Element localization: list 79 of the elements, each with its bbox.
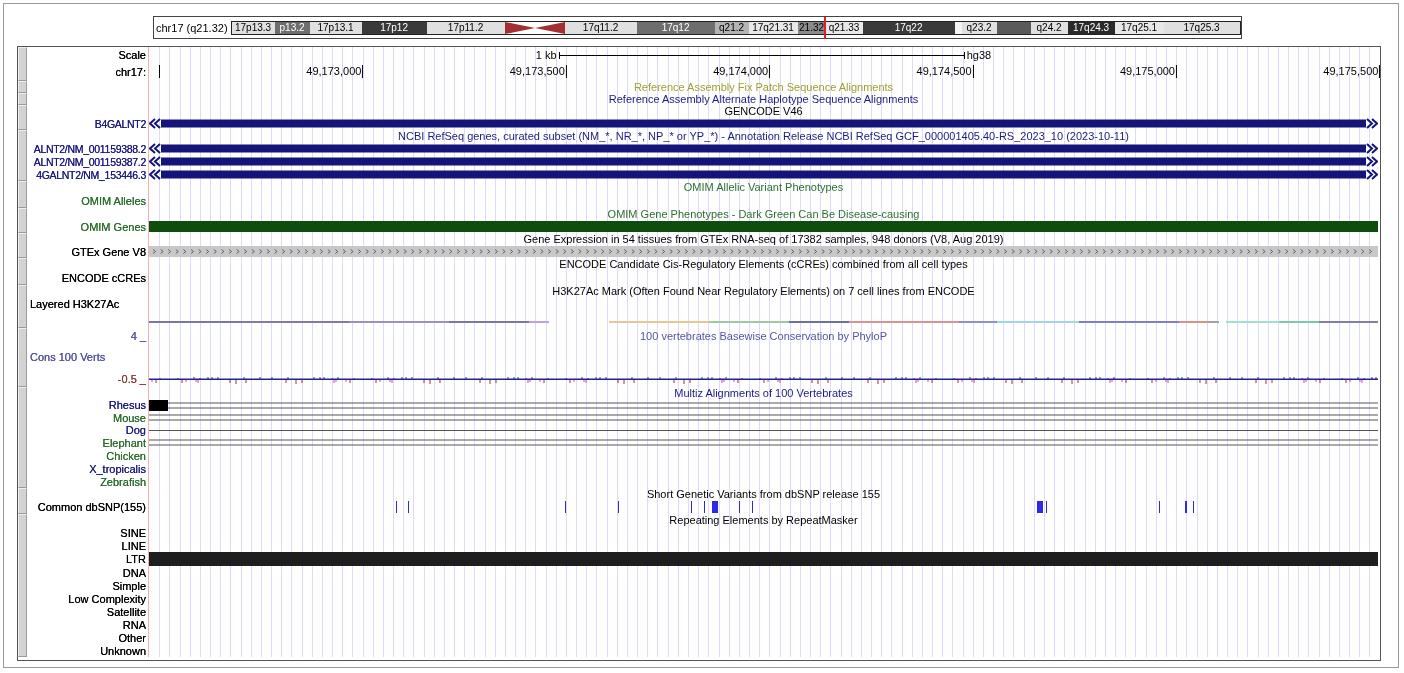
track-title: 100 vertebrates Basewise Conservation by PhyloP xyxy=(640,329,887,342)
track-title: Short Genetic Variants from dbSNP release 155 xyxy=(646,488,881,500)
chromosome-band[interactable]: 17q24.3 xyxy=(1067,21,1115,34)
chromosome-band[interactable]: 17q21.31 xyxy=(748,21,798,34)
position-label: 49,173,500 xyxy=(509,65,567,78)
track-label: GTEx Gene V8 xyxy=(71,245,146,258)
chromosome-band[interactable] xyxy=(954,21,962,34)
expression-bar[interactable] xyxy=(149,245,1378,258)
gene-bar[interactable] xyxy=(149,142,1378,155)
chromosome-band[interactable]: p13.2 xyxy=(274,21,310,34)
track-label: 4GALNT2/NM_153446.3 xyxy=(36,168,146,181)
scale-label: 1 kb xyxy=(535,49,557,61)
track-title: GENCODE V46 xyxy=(724,105,803,117)
track-label: Low Complexity xyxy=(68,592,146,605)
track-label: Other xyxy=(118,631,146,644)
gene-bar[interactable] xyxy=(149,155,1378,168)
track-label: Elephant xyxy=(102,436,146,449)
track-label: Chicken xyxy=(106,449,146,462)
gene-bar[interactable] xyxy=(149,117,1378,130)
track-label: LTR xyxy=(126,553,146,565)
track-label: chr17: xyxy=(115,66,146,78)
chromosome-band[interactable]: 17p12 xyxy=(361,21,427,34)
tick-mark xyxy=(159,65,160,78)
track-label: DNA xyxy=(122,566,146,579)
chromosome-band[interactable]: 17p13.3 xyxy=(231,21,275,34)
chromosome-band[interactable]: 17p13.1 xyxy=(309,21,362,34)
track-label: Mouse xyxy=(112,411,146,424)
track-label: 4 _ xyxy=(130,329,146,342)
track-title: NCBI RefSeq genes, curated subset (NM_*, NR_*, NP_* or YP_*) - Annotation Release NCBI RefSeq GCF_000001405.40-RS_2023_10 (2023-10-11) xyxy=(398,130,1129,142)
assembly-label: hg38 xyxy=(966,49,992,61)
chromosome-band[interactable]: 17q11.2 xyxy=(564,21,637,34)
track-title: Gene Expression in 54 tissues from GTEx RNA-seq of 17382 samples, 948 donors (V8, Aug 2019) xyxy=(523,233,1004,245)
track-label: OMIM Genes xyxy=(80,220,146,233)
track-label: Dog xyxy=(125,424,146,436)
chromosome-band[interactable]: 17q25.1 xyxy=(1114,21,1164,34)
chromosome-band[interactable]: 17q25.3 xyxy=(1163,21,1240,34)
track-label: X_tropicalis xyxy=(89,462,146,475)
track-label: ALNT2/NM_001159388.2 xyxy=(33,142,146,155)
track-label: OMIM Alleles xyxy=(81,194,146,207)
track-label: SINE xyxy=(120,526,146,539)
track-title: OMIM Gene Phenotypes - Dark Green Can Be Disease-causing xyxy=(607,208,920,220)
position-label: 49,174,500 xyxy=(916,65,974,78)
gene-bar[interactable] xyxy=(149,168,1378,181)
track-label: ENCODE cCREs xyxy=(61,271,146,284)
track-title: Repeating Elements by RepeatMasker xyxy=(669,514,858,526)
chromosome-label: chr17 (q21.32) xyxy=(156,21,228,34)
track-label: B4GALNT2 xyxy=(94,117,146,130)
chromosome-band[interactable]: 17q12 xyxy=(636,21,715,34)
chromosome-band[interactable] xyxy=(996,21,1031,34)
track-title: Reference Assembly Alternate Haplotype Sequence Alignments xyxy=(608,93,919,105)
track-label: Satellite xyxy=(106,605,146,618)
chromosome-band[interactable]: 21.32 xyxy=(797,21,826,34)
chromosome-band[interactable]: q21.2 xyxy=(714,21,749,34)
track-title: ENCODE Candidate Cis-Regulatory Elements (cCREs) combined from all cell types xyxy=(559,258,968,270)
track-title: Multiz Alignments of 100 Vertebrates xyxy=(674,387,853,399)
track-label: Scale xyxy=(118,49,146,61)
track-label: Cons 100 Verts xyxy=(30,351,106,363)
track-label: Rhesus xyxy=(108,399,146,411)
chromosome-band[interactable]: 17p11.2 xyxy=(426,21,505,34)
position-label: 49,173,000 xyxy=(306,65,364,78)
track-label: Simple xyxy=(112,579,146,592)
track-label: ALNT2/NM_001159387.2 xyxy=(33,155,146,168)
position-label: 49,174,000 xyxy=(713,65,771,78)
chromosome-band[interactable]: q24.2 xyxy=(1030,21,1068,34)
track-label: LINE xyxy=(121,539,146,552)
chromosome-band[interactable]: q21.33 xyxy=(825,21,863,34)
track-label: RNA xyxy=(122,618,146,631)
chromosome-band[interactable]: q23.2 xyxy=(961,21,997,34)
position-label: 49,175,500 xyxy=(1323,65,1380,78)
chromosome-band[interactable]: 17q22 xyxy=(862,21,955,34)
track-label: Unknown xyxy=(100,644,146,657)
track-label: Layered H3K27Ac xyxy=(30,298,120,310)
track-title: H3K27Ac Mark (Often Found Near Regulatory Elements) on 7 cell lines from ENCODE xyxy=(552,285,975,297)
position-label: 49,175,000 xyxy=(1119,65,1177,78)
track-label: Zebrafish xyxy=(100,475,146,488)
track-label: Common dbSNP(155) xyxy=(37,501,146,513)
track-title: OMIM Allelic Variant Phenotypes xyxy=(683,181,844,193)
track-label: -0.5 _ xyxy=(117,373,146,385)
track-title: Reference Assembly Fix Patch Sequence Alignments xyxy=(633,81,894,93)
